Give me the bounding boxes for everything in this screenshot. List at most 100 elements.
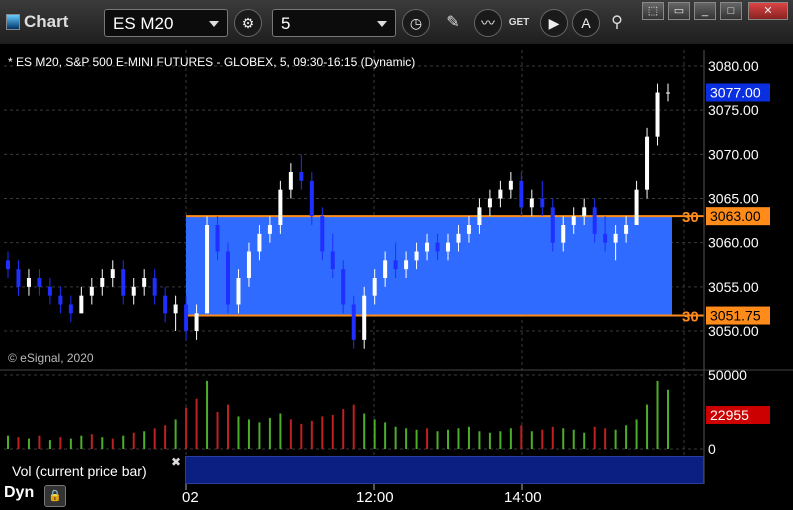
time-tick-label: 02 <box>182 489 199 506</box>
candle-body <box>603 233 608 243</box>
candle-body <box>571 216 576 225</box>
candle-body <box>267 225 272 234</box>
price-tick-label: 3075.00 <box>708 102 759 118</box>
candle-body <box>142 278 147 287</box>
minimize-button[interactable]: _ <box>694 2 716 20</box>
volume-tick-label: 0 <box>708 441 716 457</box>
candle-body <box>246 251 251 278</box>
candle-body <box>89 286 94 296</box>
price-tick-label: 3050.00 <box>708 323 759 339</box>
price-zone <box>186 216 672 316</box>
candle-body <box>425 242 430 252</box>
candle-body <box>519 180 524 208</box>
volume-study-label[interactable]: Vol (current price bar) <box>6 458 182 484</box>
chevron-down-icon[interactable] <box>209 21 219 27</box>
candle-body <box>561 225 566 243</box>
candle-body <box>351 304 356 340</box>
candle-body <box>592 207 597 234</box>
candle-body <box>655 92 660 137</box>
candle-body <box>173 304 178 314</box>
candle-body <box>341 269 346 305</box>
chart-app-icon <box>6 14 20 30</box>
candle-body <box>215 225 220 252</box>
maximize-button[interactable]: □ <box>720 2 742 20</box>
symbol-input[interactable]: ES M20 <box>104 9 228 37</box>
price-tick-label: 3070.00 <box>708 146 759 162</box>
candle-body <box>16 269 21 287</box>
window-title: Chart <box>6 12 68 32</box>
candle-body <box>456 233 461 243</box>
pencil-icon[interactable]: ✎ <box>440 10 466 36</box>
window-menu-button[interactable]: ⬚ <box>642 2 664 20</box>
candle-body <box>110 269 115 278</box>
copyright-text: © eSignal, 2020 <box>8 351 94 365</box>
candle-body <box>184 304 189 331</box>
level-value: 3063.00 <box>710 208 761 224</box>
alert-icon[interactable]: A <box>572 9 600 37</box>
candle-body <box>666 92 670 94</box>
chart-area[interactable]: 30 3063.00 30 3051.75 3080.00 3075.00 3070.00… <box>0 44 793 510</box>
candle-body <box>540 198 545 208</box>
candle-body <box>446 242 450 252</box>
candle-body <box>582 207 587 217</box>
volume-tick-label: 50000 <box>708 367 747 383</box>
candle-body <box>383 260 388 278</box>
candle-body <box>205 225 210 314</box>
candle-body <box>320 216 325 252</box>
close-button[interactable]: ✕ <box>748 2 788 20</box>
link-icon[interactable]: ⚲ <box>604 10 630 36</box>
clock-icon[interactable]: ◷ <box>402 9 430 37</box>
candle-body <box>236 278 241 305</box>
price-tick-label: 3065.00 <box>708 191 759 207</box>
candle-body <box>645 136 650 190</box>
get-label: GET <box>508 17 530 28</box>
line-study-icon[interactable]: 〰 <box>474 9 502 37</box>
candle-body <box>550 207 555 243</box>
candle-body <box>163 295 168 314</box>
play-icon[interactable]: ▶ <box>540 9 568 37</box>
candle-body <box>131 286 136 296</box>
gear-icon[interactable]: ⚙ <box>234 9 262 37</box>
candle-body <box>634 189 639 225</box>
time-tick-label: 14:00 <box>504 489 542 506</box>
chevron-down-icon[interactable] <box>377 21 387 27</box>
candle-body <box>414 251 419 261</box>
candle-body <box>466 225 471 234</box>
candle-body <box>226 251 230 305</box>
lock-icon[interactable]: 🔒 <box>44 485 66 507</box>
window-restore-button[interactable]: ▭ <box>668 2 690 20</box>
candle-body <box>100 278 105 287</box>
candle-body <box>309 180 314 217</box>
candle-body <box>6 260 10 270</box>
level-left-label: 30 <box>682 309 699 326</box>
symbol-value: ES M20 <box>113 14 174 33</box>
last-price-value: 3077.00 <box>710 85 761 101</box>
price-tick-label: 3055.00 <box>708 279 759 295</box>
candle-body <box>194 313 199 331</box>
candle-body <box>58 295 63 305</box>
candle-body <box>613 233 618 243</box>
candle-body <box>68 304 73 314</box>
candle-body <box>624 225 629 234</box>
chart-header: * ES M20, S&P 500 E-MINI FUTURES - GLOBE… <box>8 55 415 69</box>
candle-body <box>372 278 377 296</box>
candle-body <box>26 278 31 287</box>
candle-body <box>529 198 534 208</box>
candle-body <box>121 269 126 296</box>
volume-value: 22955 <box>710 407 749 423</box>
price-tick-label: 3080.00 <box>708 58 759 74</box>
candle-body <box>299 172 304 181</box>
get-icon[interactable]: GET <box>506 10 532 36</box>
level-value: 3051.75 <box>710 308 761 324</box>
time-tick-label: 12:00 <box>356 489 394 506</box>
candle-body <box>79 295 84 314</box>
title-bar: Chart ES M20 ⚙ 5 ◷ ✎ 〰 GET ▶ A ⚲ ⬚ ▭ _ □… <box>0 0 793 45</box>
candle-body <box>152 278 157 296</box>
interval-input[interactable]: 5 <box>272 9 396 37</box>
close-icon[interactable]: ✖ <box>171 455 181 469</box>
candle-body <box>477 207 482 225</box>
price-tick-label: 3060.00 <box>708 235 759 251</box>
candle-body <box>393 260 398 270</box>
candle-body <box>288 172 293 190</box>
dynamic-label[interactable]: Dyn <box>4 484 34 502</box>
